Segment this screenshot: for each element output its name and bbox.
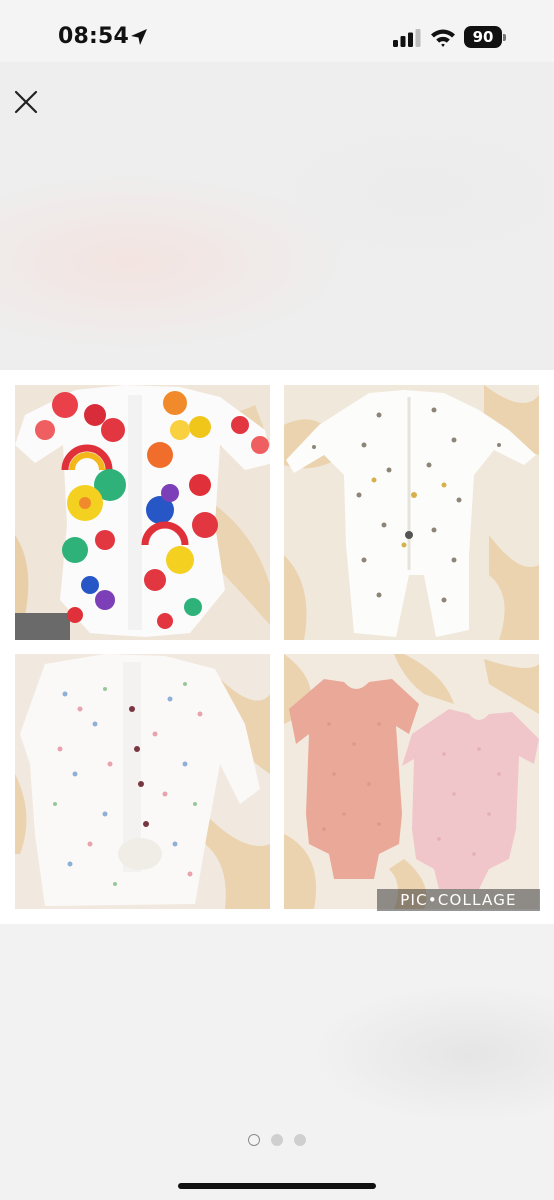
close-button[interactable] bbox=[10, 86, 42, 118]
collage-photo-fruit-sleepsuit bbox=[15, 385, 270, 640]
wifi-icon bbox=[431, 29, 455, 47]
close-icon bbox=[14, 90, 38, 114]
collage-photo-floral-sleepsuit bbox=[15, 654, 270, 909]
battery-cap bbox=[503, 34, 506, 41]
photo-pager[interactable] bbox=[246, 1133, 310, 1147]
cellular-signal-icon bbox=[393, 29, 421, 47]
location-arrow-icon bbox=[131, 29, 147, 45]
pager-dot[interactable] bbox=[294, 1134, 306, 1146]
photo-collage[interactable]: PIC•COLLAGE bbox=[0, 370, 554, 924]
pager-dot-active[interactable] bbox=[248, 1134, 260, 1146]
status-time: 08:54 bbox=[58, 24, 130, 49]
blurred-photo-preview-bottom bbox=[0, 924, 554, 1200]
battery-level: 90 bbox=[472, 28, 494, 46]
battery-icon: 90 bbox=[464, 26, 506, 48]
home-indicator[interactable] bbox=[178, 1183, 376, 1189]
pager-dot[interactable] bbox=[271, 1134, 283, 1146]
collage-photo-bee-sleepsuit bbox=[284, 385, 539, 640]
status-bar: 08:54 90 bbox=[0, 0, 554, 70]
collage-photo-pink-bodysuits bbox=[284, 654, 539, 909]
pic-collage-watermark: PIC•COLLAGE bbox=[377, 889, 540, 911]
blurred-photo-preview-top bbox=[0, 62, 554, 370]
